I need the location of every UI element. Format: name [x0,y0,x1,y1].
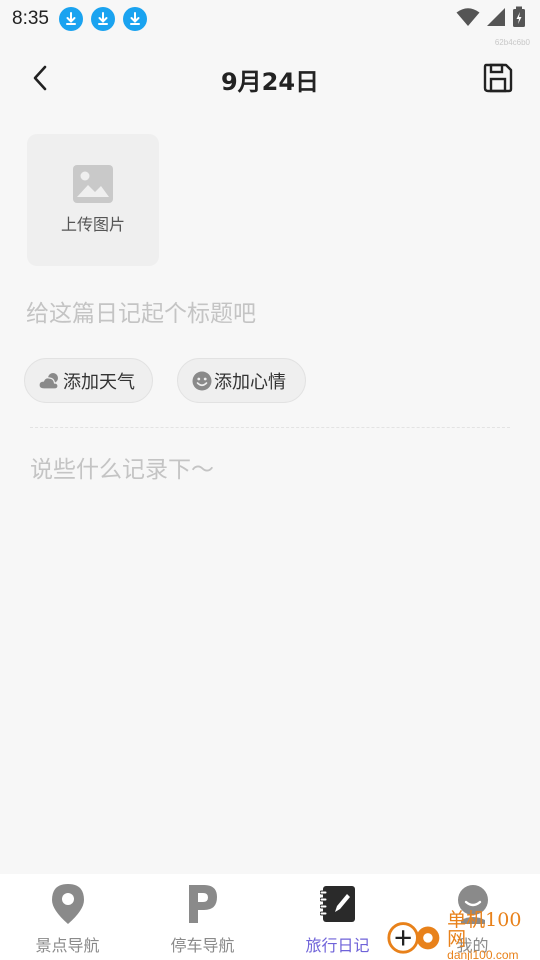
status-time: 8:35 [12,8,49,29]
tab-scenic-navigation[interactable]: 景点导航 [0,874,135,960]
save-button[interactable] [480,60,516,96]
parking-icon [181,882,225,926]
add-weather-label: 添加天气 [63,371,135,393]
signal-icon [487,8,505,26]
download-icon [122,7,147,31]
diary-content-input[interactable] [30,450,510,850]
image-icon [73,165,113,203]
smiley-mood-icon [192,371,212,391]
tab-label: 停车导航 [170,936,235,955]
cloud-weather-icon [39,372,61,390]
diary-title-input[interactable] [26,292,506,336]
status-indicators [456,6,526,28]
device-code: 62b4c6b0 [494,38,530,47]
tab-label: 景点导航 [35,936,100,955]
tab-travel-diary[interactable]: 旅行日记 [270,874,405,960]
download-icon [58,7,83,31]
upload-image-button[interactable]: 上传图片 [27,134,159,266]
divider [30,427,510,428]
status-bar: 8:35 [0,0,540,38]
header: 9月24日 [0,50,540,106]
tab-label: 旅行日记 [305,936,370,955]
watermark-text: 单机100网 danji100.com [447,911,536,960]
diary-notebook-icon [316,882,360,926]
save-icon [483,63,513,93]
watermark-logo-icon [387,922,440,954]
download-icon [90,7,115,31]
watermark-url: danji100.com [447,948,519,960]
add-mood-button[interactable]: 添加心情 [177,358,306,403]
add-weather-button[interactable]: 添加天气 [24,358,153,403]
watermark-name: 单机100网 [447,909,522,950]
battery-icon [513,6,525,27]
page-title: 9月24日 [220,68,320,96]
location-pin-icon [46,882,90,926]
upload-image-label: 上传图片 [60,215,125,234]
wifi-icon [456,8,480,26]
add-mood-label: 添加心情 [214,371,286,393]
tab-parking-navigation[interactable]: 停车导航 [135,874,270,960]
watermark: 单机100网 danji100.com [386,911,536,960]
